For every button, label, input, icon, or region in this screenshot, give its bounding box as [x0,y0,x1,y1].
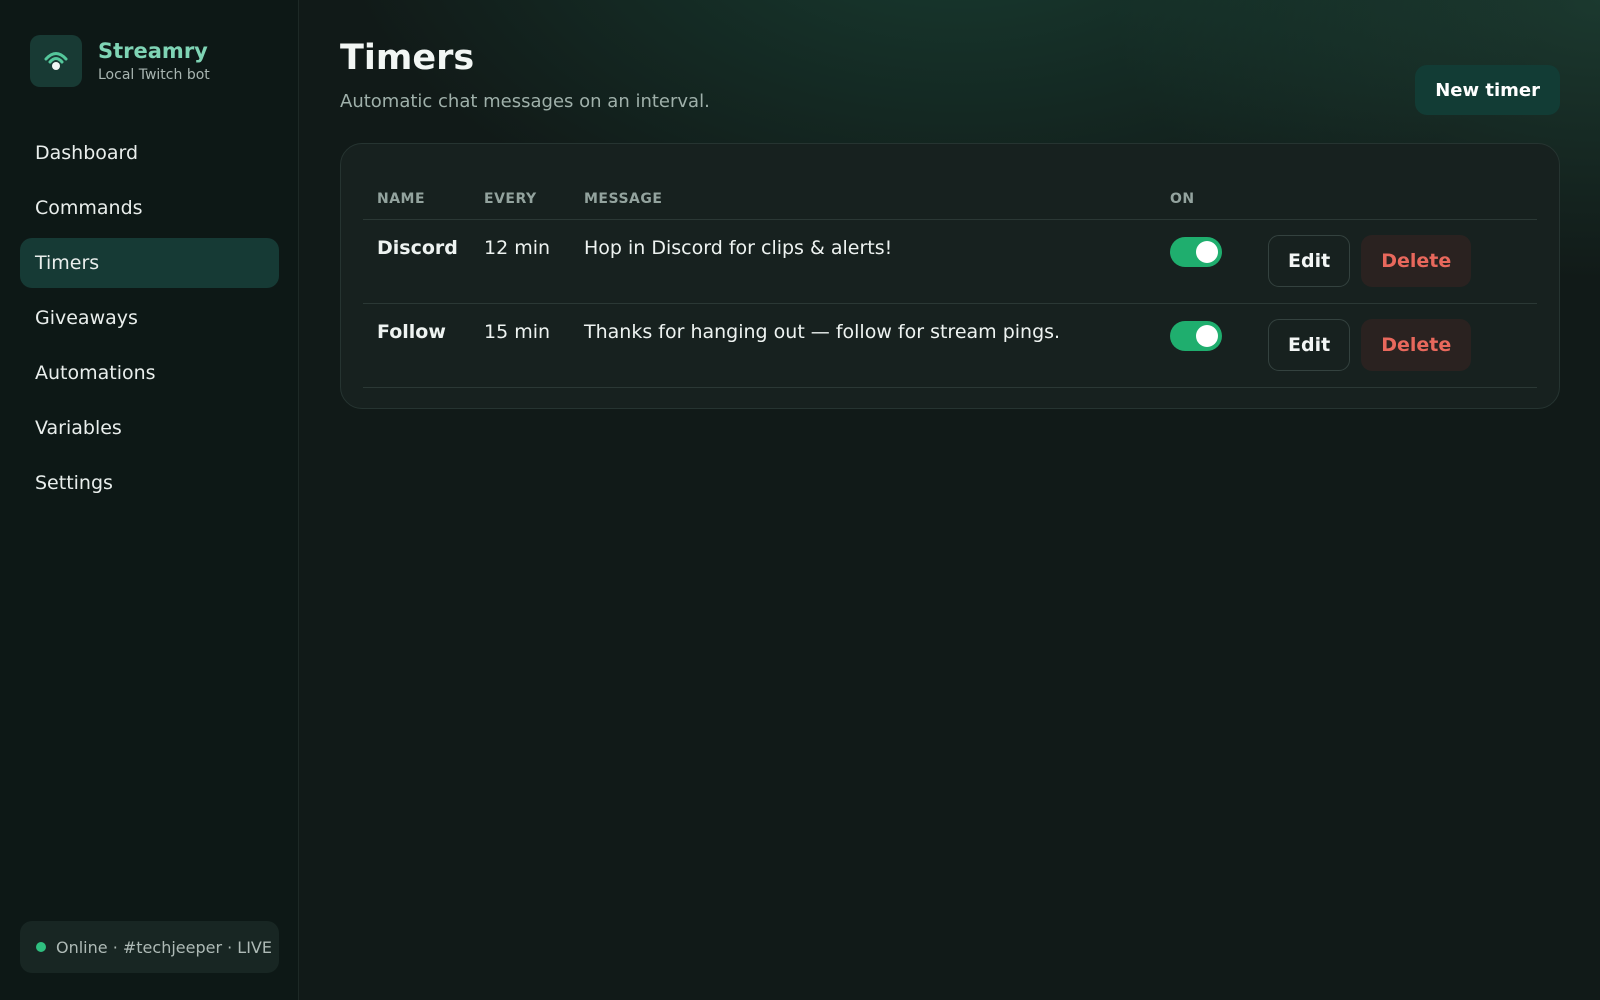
delete-button[interactable]: Delete [1361,319,1472,371]
page-title: Timers [340,38,475,78]
timer-message: Thanks for hanging out — follow for stre… [584,321,1061,343]
column-header-message: MESSAGE [584,190,663,207]
timer-enabled-toggle[interactable] [1170,237,1222,267]
brand-subtitle: Local Twitch bot [98,66,210,83]
timers-card: NAME EVERY MESSAGE ON Discord 12 min Hop… [340,143,1560,409]
sidebar-item-variables[interactable]: Variables [20,403,279,453]
page-subtitle: Automatic chat messages on an interval. [340,91,710,112]
toggle-knob [1196,325,1218,347]
sidebar: Streamry Local Twitch bot Dashboard Comm… [0,0,299,1000]
sidebar-item-automations[interactable]: Automations [20,348,279,398]
edit-button[interactable]: Edit [1268,319,1351,371]
edit-button[interactable]: Edit [1268,235,1351,287]
sidebar-item-commands[interactable]: Commands [20,183,279,233]
sidebar-item-giveaways[interactable]: Giveaways [20,293,279,343]
sidebar-item-settings[interactable]: Settings [20,458,279,508]
timer-interval: 15 min [484,321,551,343]
signal-antenna-icon [30,35,82,87]
column-header-name: NAME [377,190,426,207]
status-dot-icon [36,942,46,952]
column-header-on: ON [1170,190,1195,207]
table-row: Follow 15 min Thanks for hanging out — f… [363,304,1537,388]
new-timer-button[interactable]: New timer [1415,65,1560,115]
timers-table: NAME EVERY MESSAGE ON Discord 12 min Hop… [363,178,1537,388]
brand-name: Streamry [98,38,208,63]
sidebar-item-timers[interactable]: Timers [20,238,279,288]
timer-enabled-toggle[interactable] [1170,321,1222,351]
timer-name: Discord [377,237,458,259]
brand[interactable]: Streamry Local Twitch bot [30,35,210,87]
column-header-every: EVERY [484,190,537,207]
timer-message: Hop in Discord for clips & alerts! [584,237,893,259]
sidebar-item-dashboard[interactable]: Dashboard [20,128,279,178]
timer-name: Follow [377,321,446,343]
main-content: Timers Automatic chat messages on an int… [340,0,1560,1000]
delete-button[interactable]: Delete [1361,235,1472,287]
status-text: Online · #techjeeper · LIVE [56,937,272,957]
toggle-knob [1196,241,1218,263]
timer-interval: 12 min [484,237,551,259]
connection-status-badge: Online · #techjeeper · LIVE [20,921,279,973]
table-row: Discord 12 min Hop in Discord for clips … [363,220,1537,304]
sidebar-nav: Dashboard Commands Timers Giveaways Auto… [20,128,279,513]
table-header: NAME EVERY MESSAGE ON [363,178,1537,220]
